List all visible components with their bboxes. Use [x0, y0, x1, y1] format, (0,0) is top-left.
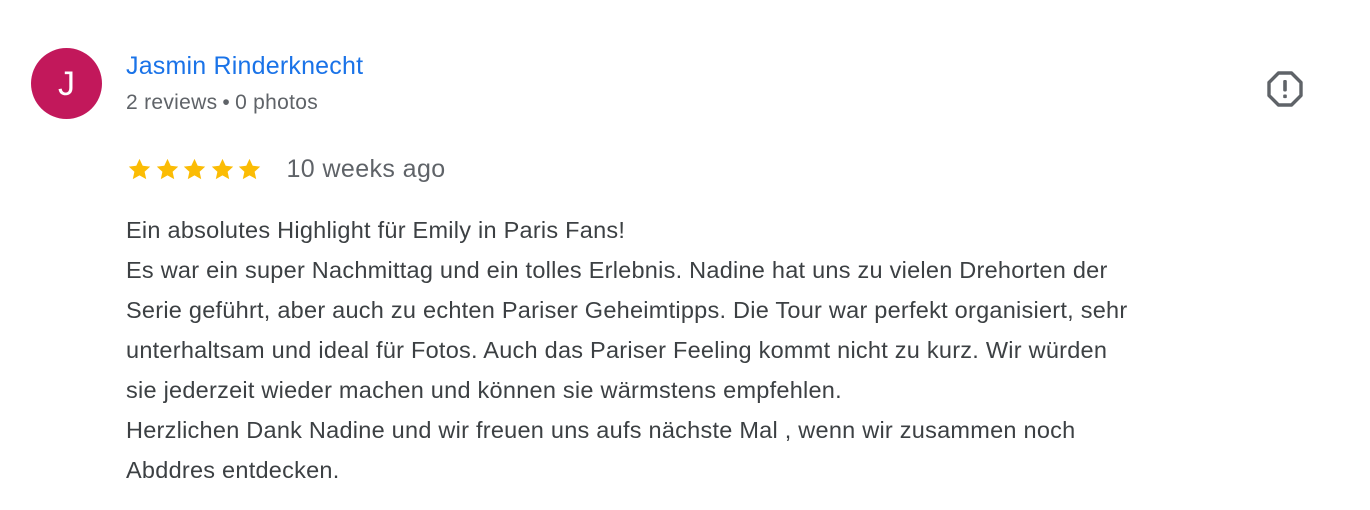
star-icon: [183, 158, 206, 179]
reviewer-name-link[interactable]: Jasmin Rinderknecht: [126, 52, 363, 81]
star-rating: [126, 156, 264, 183]
review-text-line: Abddres entdecken.: [126, 457, 340, 483]
reviewer-meta: 2 reviews • 0 photos: [126, 91, 318, 115]
avatar-initial: J: [58, 64, 75, 103]
review-text-line: Herzlichen Dank Nadine und wir freuen un…: [126, 417, 1076, 443]
star-icon: [128, 158, 151, 179]
reviews-count: 2 reviews: [126, 91, 218, 114]
photos-count: 0 photos: [235, 91, 319, 114]
star-icon: [156, 158, 178, 179]
rating-row: 10 weeks ago: [126, 152, 446, 186]
review-text: Ein absolutes Highlight für Emily in Par…: [126, 210, 1331, 490]
review-text-line: sie jederzeit wieder machen und können s…: [126, 377, 842, 403]
report-exclamation-octagon-icon: [1267, 71, 1303, 107]
star-icon: [238, 158, 261, 179]
review-text-line: Es war ein super Nachmittag und ein toll…: [126, 257, 1108, 283]
review-text-line: Serie geführt, aber auch zu echten Paris…: [126, 297, 1128, 323]
review-card: J Jasmin Rinderknecht 2 reviews • 0 photos…: [0, 0, 1370, 510]
report-review-button[interactable]: [1264, 68, 1306, 110]
review-text-line: unterhaltsam und ideal für Fotos. Auch d…: [126, 337, 1108, 363]
meta-separator: •: [222, 91, 231, 114]
review-text-line: Ein absolutes Highlight für Emily in Par…: [126, 217, 626, 243]
review-date: 10 weeks ago: [286, 154, 446, 183]
star-icon: [211, 158, 233, 179]
avatar[interactable]: J: [31, 48, 102, 119]
